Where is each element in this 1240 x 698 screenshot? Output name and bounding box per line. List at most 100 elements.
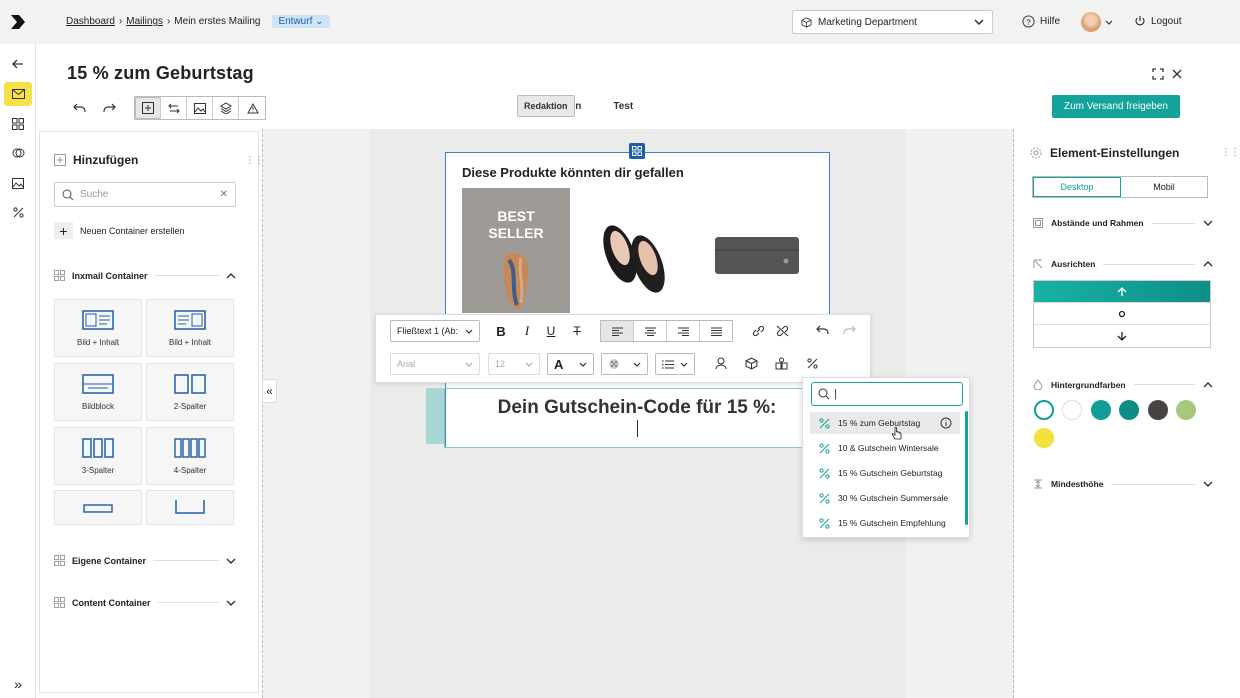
- align-left-icon[interactable]: [601, 321, 634, 341]
- target-icon[interactable]: [4, 141, 32, 165]
- section-content-container[interactable]: Content Container: [54, 597, 236, 608]
- search-input[interactable]: Suche ✕: [54, 182, 236, 207]
- send-approve-button[interactable]: Zum Versand freigeben: [1052, 95, 1180, 118]
- tile-three-column[interactable]: 3-Spalter: [54, 427, 142, 485]
- section-align[interactable]: Ausrichten: [1033, 259, 1213, 269]
- background-color-select[interactable]: [601, 353, 648, 375]
- voucher-item[interactable]: 15 % Gutschein Empfehlung: [810, 512, 960, 534]
- swap-icon[interactable]: [161, 97, 187, 119]
- tile-four-column[interactable]: 4-Spalter: [146, 427, 234, 485]
- collapse-panel-icon[interactable]: «: [262, 379, 277, 403]
- list-select[interactable]: [655, 353, 695, 375]
- section-background-colors[interactable]: Hintergrundfarben: [1033, 379, 1213, 390]
- redo-icon[interactable]: [843, 325, 856, 335]
- percent-icon[interactable]: [807, 358, 818, 369]
- close-icon[interactable]: [1172, 69, 1182, 79]
- app-logo-icon[interactable]: [10, 13, 26, 31]
- tile-spacer[interactable]: [54, 490, 142, 525]
- unlink-icon[interactable]: [776, 325, 789, 337]
- device-mobile[interactable]: Mobil: [1121, 177, 1207, 197]
- color-swatch[interactable]: [1148, 400, 1168, 420]
- align-middle-icon[interactable]: [1034, 303, 1210, 325]
- tile-two-column[interactable]: 2-Spalter: [146, 363, 234, 421]
- color-swatch[interactable]: [1034, 428, 1054, 448]
- undo-icon[interactable]: [816, 325, 829, 335]
- chevron-down-icon[interactable]: [1105, 20, 1113, 25]
- section-own-container[interactable]: Eigene Container: [54, 555, 236, 566]
- percent-icon[interactable]: [4, 200, 32, 224]
- fullscreen-icon[interactable]: [1152, 68, 1164, 80]
- image-icon[interactable]: [4, 171, 32, 195]
- strikethrough-icon[interactable]: T: [569, 322, 585, 340]
- tile-image-content-2[interactable]: Bild + Inhalt: [146, 299, 234, 357]
- section-min-height[interactable]: Mindesthöhe: [1033, 479, 1213, 489]
- bestseller-image[interactable]: BEST SELLER: [462, 188, 570, 313]
- tile-image-block[interactable]: Bildblock: [54, 363, 142, 421]
- products-heading[interactable]: Diese Produkte könnten dir gefallen: [462, 165, 684, 180]
- logout-link[interactable]: Logout: [1134, 15, 1182, 27]
- wallet-image[interactable]: [714, 236, 800, 276]
- dashboard-grid-icon[interactable]: [4, 112, 32, 136]
- align-top-icon[interactable]: [1034, 281, 1210, 303]
- bold-icon[interactable]: B: [493, 322, 509, 340]
- drag-handle-icon[interactable]: ⋮⋮: [1221, 147, 1240, 158]
- shoes-image[interactable]: [598, 212, 672, 298]
- voucher-item[interactable]: 15 % zum Geburtstag: [810, 412, 960, 434]
- color-swatch[interactable]: [1062, 400, 1082, 420]
- section-inxmail-container[interactable]: Inxmail Container: [54, 270, 236, 281]
- align-center-icon[interactable]: [634, 321, 667, 341]
- image-icon[interactable]: [187, 97, 213, 119]
- tile-image-content[interactable]: Bild + Inhalt: [54, 299, 142, 357]
- voucher-heading[interactable]: Dein Gutschein-Code für 15 %:: [445, 397, 829, 419]
- tile-divider[interactable]: [146, 490, 234, 525]
- drag-handle-icon[interactable]: ⋮⋮: [245, 155, 264, 166]
- percent-icon: [819, 417, 830, 429]
- voucher-item[interactable]: 30 % Gutschein Summersale: [810, 487, 960, 509]
- color-swatch[interactable]: [1176, 400, 1196, 420]
- avatar[interactable]: [1081, 12, 1101, 32]
- paragraph-style-select[interactable]: Fließtext 1 (Ab:: [390, 320, 480, 342]
- font-size-select[interactable]: 12: [488, 353, 540, 375]
- italic-icon[interactable]: I: [519, 322, 535, 340]
- component-icon[interactable]: [775, 357, 788, 370]
- voucher-item-label: 15 % Gutschein Geburtstag: [838, 468, 943, 478]
- container-handle-icon[interactable]: [629, 143, 645, 159]
- status-badge[interactable]: Entwurf ⌄: [272, 15, 330, 28]
- department-select[interactable]: Marketing Department: [792, 10, 993, 34]
- expand-icon[interactable]: »: [4, 672, 32, 696]
- voucher-item[interactable]: 10 & Gutschein Wintersale: [810, 437, 960, 459]
- person-icon[interactable]: [715, 357, 727, 370]
- clear-icon[interactable]: ✕: [220, 189, 228, 200]
- color-swatch[interactable]: [1091, 400, 1111, 420]
- voucher-item[interactable]: 15 % Gutschein Geburtstag: [810, 462, 960, 484]
- section-spacing[interactable]: Abstände und Rahmen: [1033, 218, 1213, 228]
- align-justify-icon[interactable]: [700, 321, 732, 341]
- new-container-button[interactable]: + Neuen Container erstellen: [54, 222, 185, 239]
- link-icon[interactable]: [752, 325, 765, 337]
- info-icon[interactable]: [940, 417, 952, 429]
- font-select[interactable]: Arial: [390, 353, 480, 375]
- tab-test[interactable]: Test: [597, 95, 649, 118]
- back-arrow-icon[interactable]: [4, 52, 32, 76]
- voucher-search-input[interactable]: |: [811, 382, 963, 406]
- layers-icon[interactable]: [213, 97, 239, 119]
- align-right-icon[interactable]: [667, 321, 700, 341]
- drag-bar[interactable]: [426, 388, 445, 444]
- device-desktop[interactable]: Desktop: [1033, 177, 1121, 197]
- align-bottom-icon[interactable]: [1034, 325, 1210, 347]
- scrollbar[interactable]: [965, 411, 968, 525]
- underline-icon[interactable]: U: [543, 322, 559, 340]
- tab-redaktion[interactable]: Redaktion: [517, 95, 575, 117]
- warning-icon[interactable]: [239, 97, 265, 119]
- add-element-icon[interactable]: [135, 97, 161, 119]
- help-link[interactable]: ? Hilfe: [1022, 15, 1060, 28]
- redo-icon[interactable]: [96, 97, 122, 119]
- color-swatch[interactable]: [1119, 400, 1139, 420]
- breadcrumb-mailings[interactable]: Mailings: [126, 16, 163, 27]
- undo-icon[interactable]: [66, 97, 92, 119]
- mail-icon[interactable]: [4, 82, 32, 106]
- cube-icon[interactable]: [745, 357, 758, 370]
- font-color-select[interactable]: A: [547, 353, 594, 375]
- color-swatch[interactable]: [1034, 400, 1054, 420]
- breadcrumb-dashboard[interactable]: Dashboard: [66, 16, 115, 27]
